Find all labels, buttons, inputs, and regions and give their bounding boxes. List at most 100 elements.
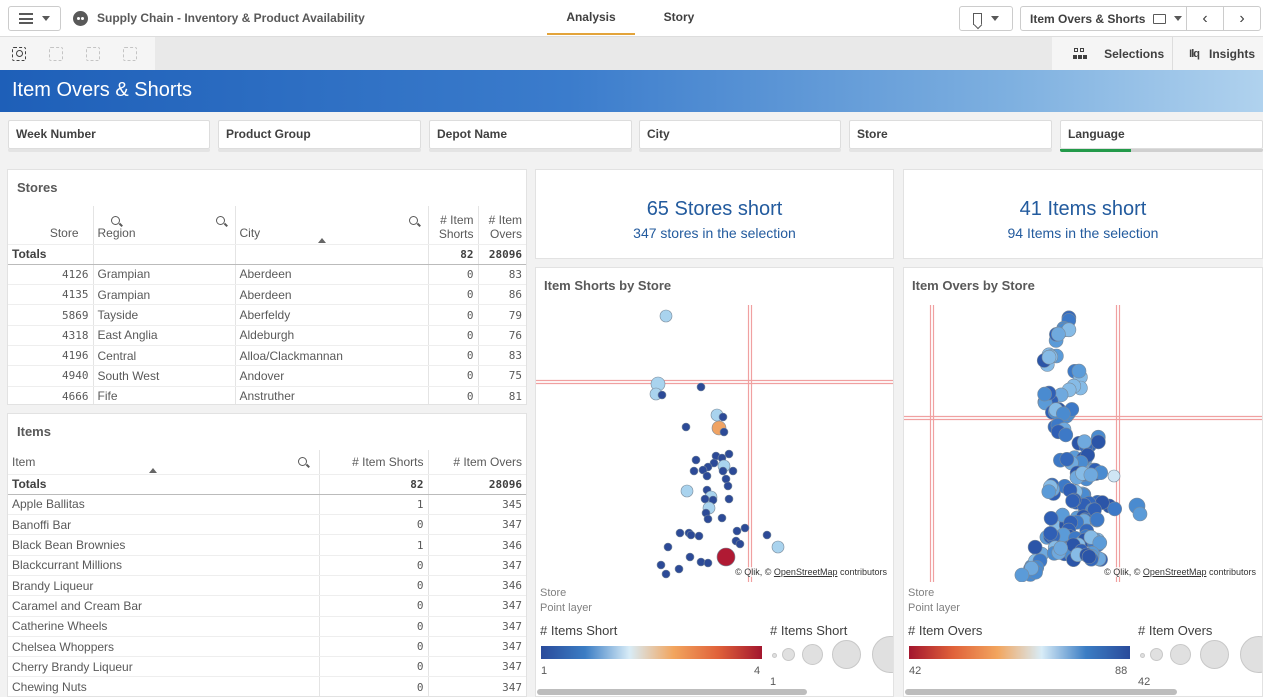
selections-button[interactable]: Selections [1052,37,1172,70]
map-store-point[interactable] [656,560,666,570]
map-store-point[interactable] [1107,501,1122,517]
search-icon[interactable] [408,215,418,225]
filter-week-number[interactable]: Week Number [8,120,210,152]
kpi-stores-short[interactable]: 65 Stores short 347 stores in the select… [535,169,894,259]
clear-selections-button[interactable] [111,37,148,70]
filter-depot-name[interactable]: Depot Name [429,120,632,152]
map-store-point[interactable] [696,382,706,392]
map-store-point[interactable] [1041,349,1057,365]
map-store-point[interactable] [696,557,706,567]
map-store-point[interactable] [724,494,734,504]
table-row[interactable]: 4940 South West Andover 0 75 [8,365,526,387]
map-store-point[interactable] [1058,427,1074,443]
map-item-overs[interactable]: © Qlik, © OpenStreetMap contributors [904,300,1262,582]
map-store-point[interactable] [691,455,701,465]
insights-button[interactable]: Ilq Insights [1172,37,1263,70]
filter-product-group[interactable]: Product Group [218,120,421,152]
map-store-point[interactable] [659,309,673,323]
map-store-point[interactable] [1081,549,1097,565]
map-store-point[interactable] [1027,539,1043,555]
table-row[interactable]: Apple Ballitas 1 345 [8,494,526,516]
map-store-point[interactable] [716,547,736,567]
map-store-point[interactable] [718,466,728,476]
previous-sheet-button[interactable]: ‹ [1187,7,1223,30]
map-item-shorts-canvas[interactable] [536,300,893,582]
column-header-item[interactable]: Item [8,450,320,475]
search-icon[interactable] [297,456,307,466]
map-store-point[interactable] [680,484,694,498]
map-store-point[interactable] [1107,469,1121,483]
map-store-point[interactable] [1037,386,1052,402]
table-row[interactable]: Caramel and Cream Bar 0 347 [8,595,526,617]
search-icon[interactable] [110,215,120,225]
map-store-point[interactable] [723,481,733,491]
tab-story[interactable]: Story [640,0,718,35]
table-row[interactable]: 4135 Grampian Aberdeen 0 86 [8,284,526,306]
sheet-selector[interactable]: Item Overs & Shorts [1021,7,1187,30]
step-back-button[interactable] [37,37,74,70]
map-store-point[interactable] [728,466,738,476]
search-icon[interactable] [215,215,225,225]
map-store-point[interactable] [719,427,729,437]
column-header-item-overs[interactable]: # Item Overs [478,206,526,245]
map-store-point[interactable] [702,471,712,481]
map-store-point[interactable] [686,530,696,540]
map-store-point[interactable] [1059,452,1075,467]
openstreetmap-link[interactable]: OpenStreetMap [774,567,838,577]
map-store-point[interactable] [1014,567,1030,582]
column-header-city[interactable]: City [235,206,429,245]
openstreetmap-link[interactable]: OpenStreetMap [1143,567,1207,577]
map-store-point[interactable] [1071,363,1087,379]
bookmarks-button[interactable] [959,6,1013,31]
column-header-region[interactable]: Region [93,206,236,245]
column-header-item-shorts[interactable]: # Item Shorts [319,450,429,475]
table-row[interactable]: Blackcurrant Millions 0 347 [8,555,526,576]
map-store-point[interactable] [762,530,772,540]
map-item-overs-canvas[interactable] [904,300,1262,582]
navigation-menu-button[interactable] [8,6,61,31]
map-store-point[interactable] [700,494,710,504]
map-store-point[interactable] [703,514,713,524]
map-store-point[interactable] [1065,493,1080,509]
map-store-point[interactable] [663,542,673,552]
table-row[interactable]: 5869 Tayside Aberfeldy 0 79 [8,304,526,326]
legend-scrollbar[interactable] [905,689,1177,695]
map-store-point[interactable] [1051,326,1066,342]
map-store-point[interactable] [1083,467,1099,483]
table-row[interactable]: Brandy Liqueur 0 346 [8,575,526,597]
legend-scrollbar[interactable] [537,689,807,695]
map-store-point[interactable] [732,526,742,536]
map-store-point[interactable] [657,390,667,400]
map-store-point[interactable] [1132,506,1148,522]
step-forward-button[interactable] [74,37,111,70]
smart-search-button[interactable] [0,37,37,70]
map-store-point[interactable] [1043,526,1058,541]
column-header-item-shorts[interactable]: # Item Shorts [428,206,479,245]
table-row[interactable]: 4666 Fife Anstruther 0 81 [8,386,526,404]
map-store-point[interactable] [681,422,691,432]
map-store-point[interactable] [1077,434,1092,449]
table-row[interactable]: 4318 East Anglia Aldeburgh 0 76 [8,325,526,346]
table-row[interactable]: 4126 Grampian Aberdeen 0 83 [8,264,526,286]
table-row[interactable]: Chelsea Whoppers 0 347 [8,636,526,658]
table-row[interactable]: Black Bean Brownies 1 346 [8,534,526,556]
map-store-point[interactable] [689,466,699,476]
map-store-point[interactable] [740,523,750,533]
map-store-point[interactable] [717,513,727,523]
map-store-point[interactable] [675,528,685,538]
map-store-point[interactable] [661,569,671,579]
map-store-point[interactable] [1091,434,1106,450]
map-store-point[interactable] [1053,540,1068,556]
table-row[interactable]: 4196 Central Alloa/Clackmannan 0 83 [8,345,526,367]
map-store-point[interactable] [685,552,695,562]
filter-city[interactable]: City [639,120,841,152]
table-row[interactable]: Banoffi Bar 0 347 [8,514,526,536]
map-store-point[interactable] [674,564,684,574]
column-header-store[interactable]: Store [8,206,120,245]
map-store-point[interactable] [735,539,745,549]
filter-store[interactable]: Store [849,120,1052,152]
map-store-point[interactable] [1089,512,1105,527]
filter-language[interactable]: Language [1060,120,1263,152]
kpi-items-short[interactable]: 41 Items short 94 Items in the selection [903,169,1263,259]
map-store-point[interactable] [1043,511,1059,526]
